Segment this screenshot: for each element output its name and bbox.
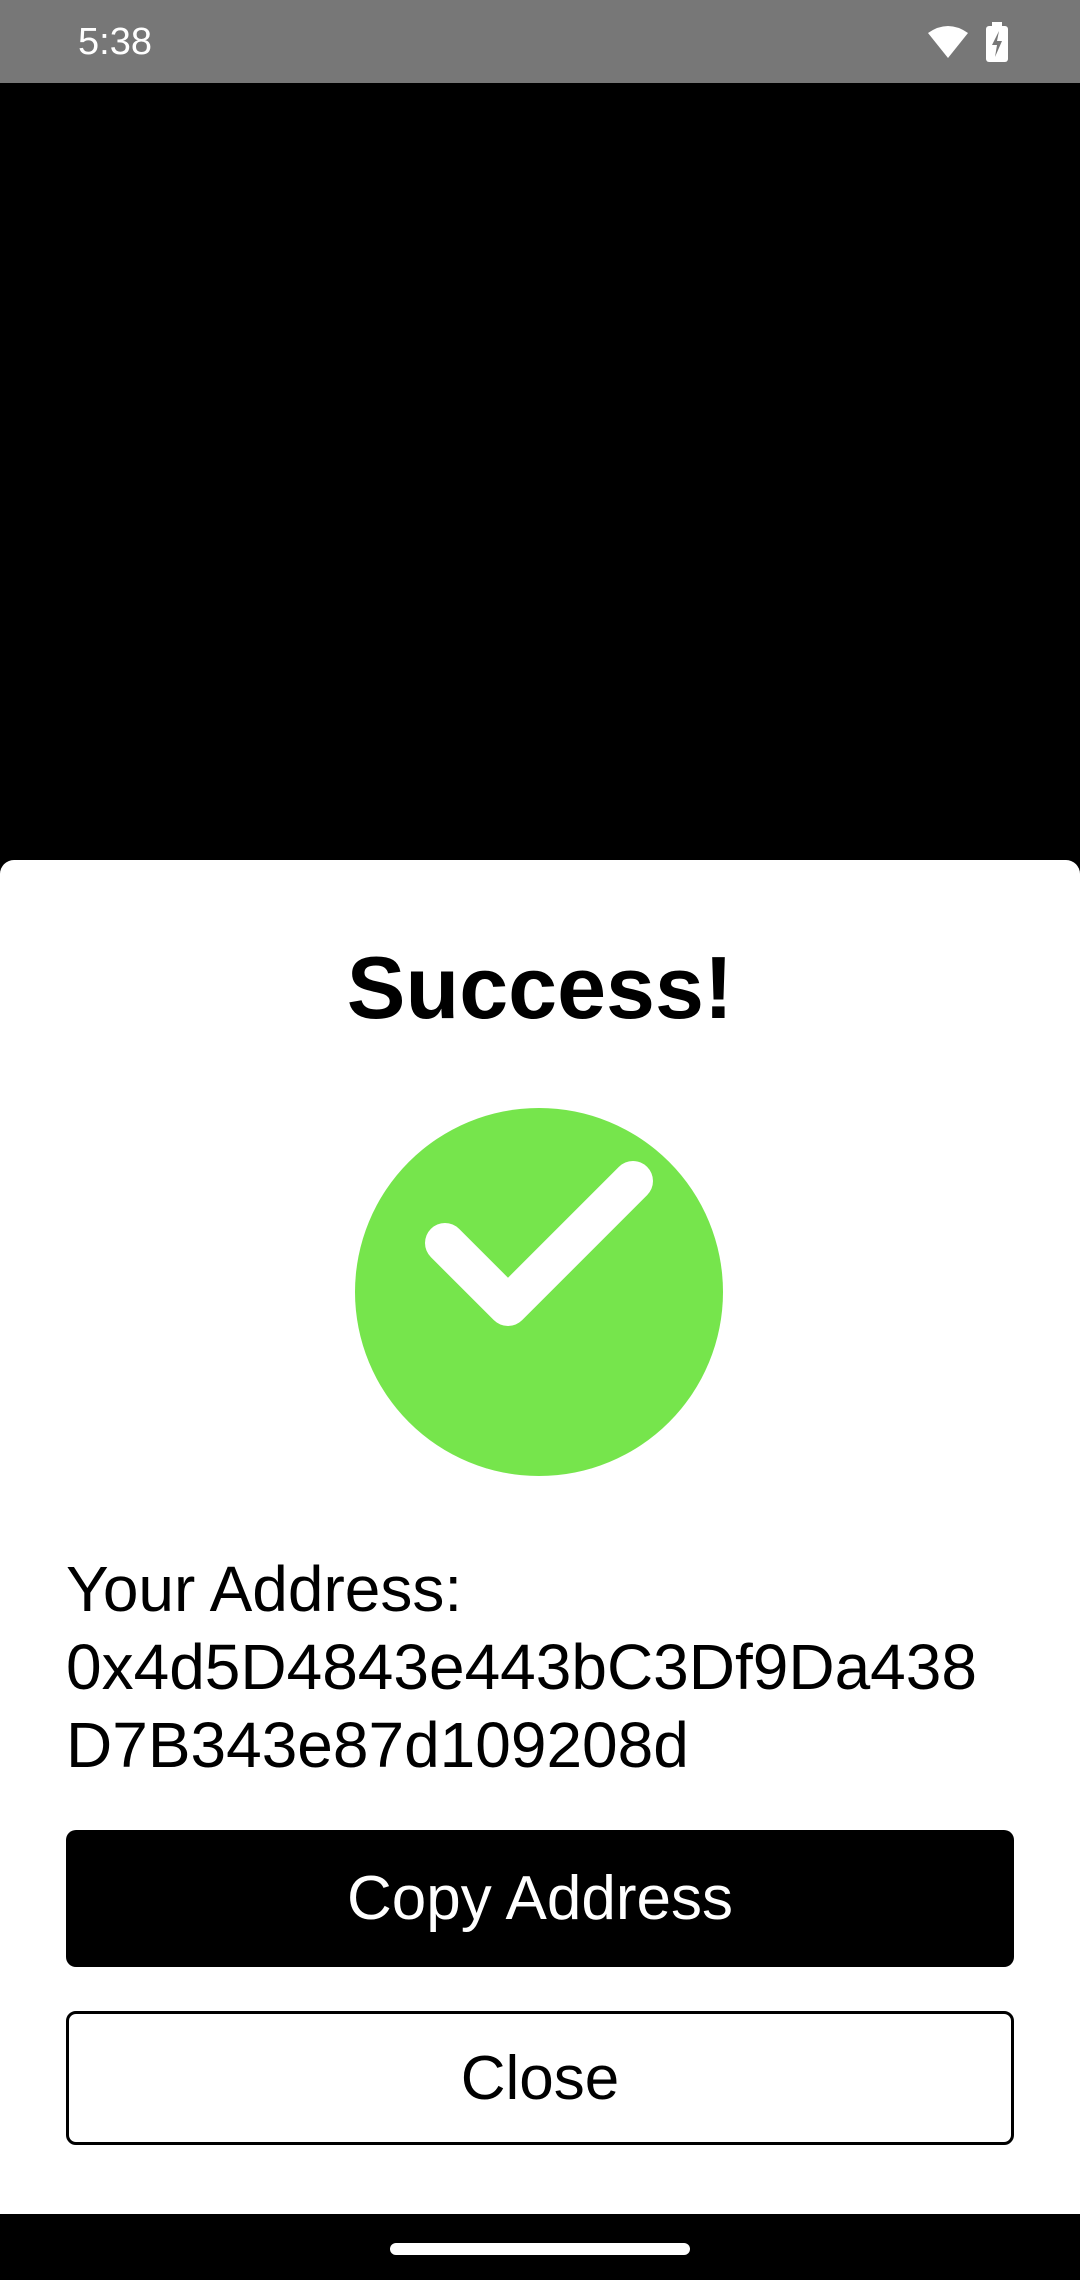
battery-charging-icon: [986, 22, 1008, 67]
dialog-title: Success!: [346, 938, 734, 1037]
home-gesture-handle[interactable]: [390, 2243, 690, 2255]
wallet-address-line-1: 0x4d5D4843e443bC3Df9Da438: [66, 1631, 977, 1703]
success-bottom-sheet: Success! Your Address: 0x4d5D4843e443bC3…: [0, 860, 1080, 2214]
close-button[interactable]: Close: [66, 2011, 1014, 2145]
wifi-icon: [928, 25, 968, 64]
address-label: Your Address:: [66, 1553, 463, 1625]
status-icons: [928, 22, 1008, 67]
address-block: Your Address: 0x4d5D4843e443bC3Df9Da438 …: [66, 1550, 1026, 1784]
copy-address-button[interactable]: Copy Address: [66, 1830, 1014, 1967]
navigation-bar: [0, 2214, 1080, 2280]
check-circle-icon: [355, 1108, 723, 1476]
wallet-address-line-2: D7B343e87d109208d: [66, 1709, 689, 1781]
status-bar: 5:38: [0, 0, 1080, 83]
dark-backdrop[interactable]: [0, 83, 1080, 860]
status-time: 5:38: [78, 21, 152, 63]
